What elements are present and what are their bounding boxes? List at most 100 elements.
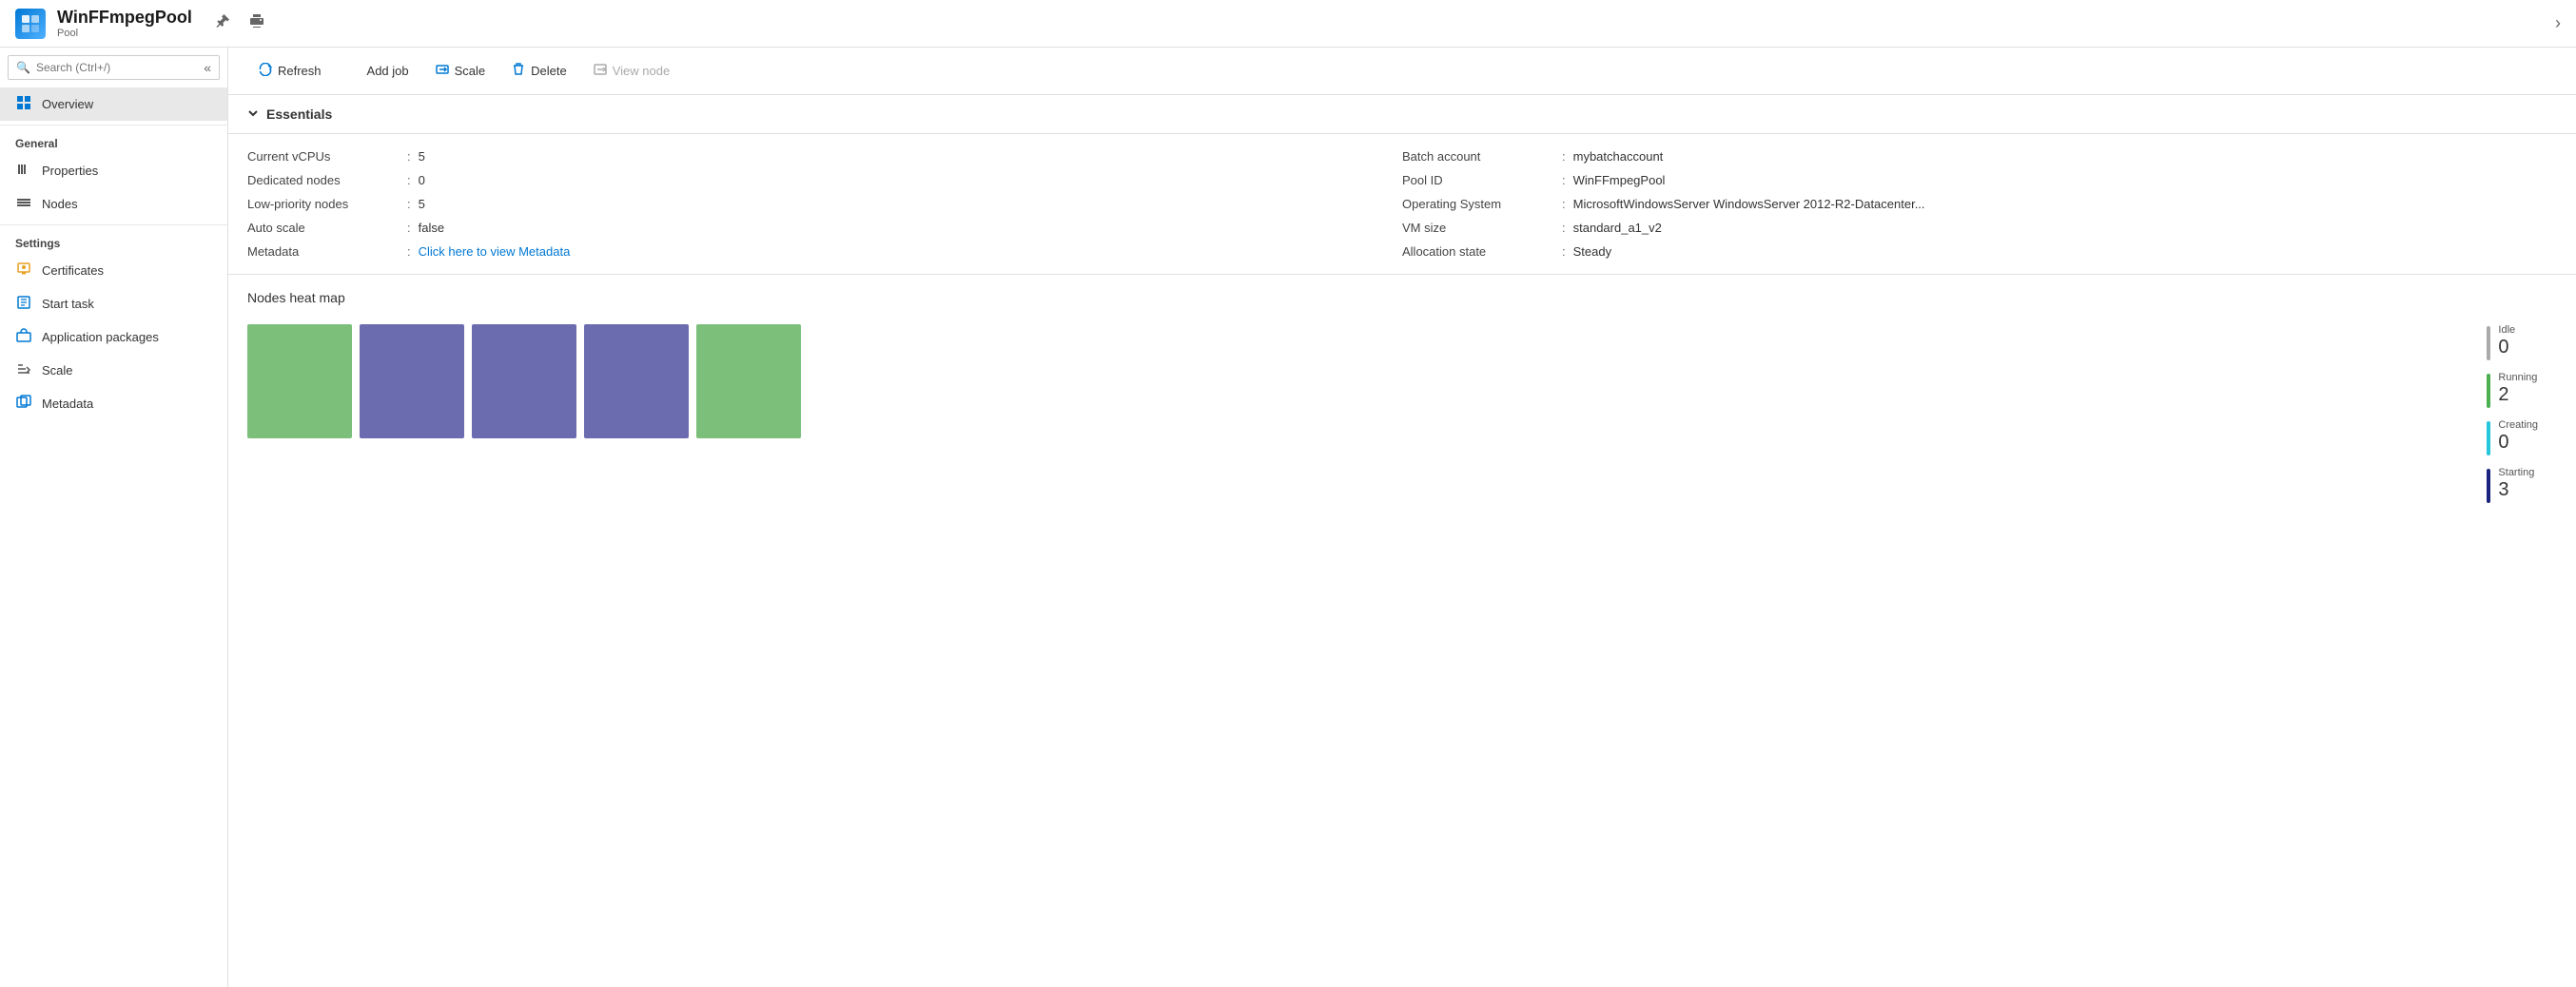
sidebar-item-certificates-label: Certificates [42, 263, 104, 278]
certificates-icon [15, 261, 32, 280]
dedicated-value: 0 [419, 173, 425, 187]
allocation-value: Steady [1573, 244, 1611, 259]
collapse-sidebar-button[interactable]: « [204, 60, 211, 75]
essentials-right-col: Batch account : mybatchaccount Pool ID :… [1402, 149, 2557, 259]
scale-label: Scale [455, 64, 486, 78]
legend-idle-label: Idle [2498, 324, 2515, 336]
batch-account-label: Batch account [1402, 149, 1554, 164]
delete-icon [512, 63, 525, 79]
sidebar-item-application-packages[interactable]: Application packages [0, 320, 227, 354]
scale-button[interactable]: Scale [424, 57, 498, 85]
os-label: Operating System [1402, 197, 1554, 211]
start-task-icon [15, 295, 32, 313]
essentials-row-pool-id: Pool ID : WinFFmpegPool [1402, 173, 2557, 187]
nodes-icon [15, 195, 32, 213]
low-priority-label: Low-priority nodes [247, 197, 400, 211]
sidebar-item-scale-label: Scale [42, 363, 73, 377]
search-input[interactable] [36, 61, 198, 74]
refresh-icon [259, 63, 272, 79]
section-general: General [0, 125, 227, 154]
legend-running-text: Running 2 [2498, 372, 2537, 406]
pool-id-label: Pool ID [1402, 173, 1554, 187]
scale-icon [436, 63, 449, 79]
essentials-row-batch-account: Batch account : mybatchaccount [1402, 149, 2557, 164]
heatmap-nodes [247, 324, 801, 438]
heatmap-node-3[interactable] [584, 324, 689, 438]
close-button[interactable]: › [2555, 13, 2561, 33]
delete-label: Delete [531, 64, 567, 78]
heatmap-legend: Idle 0 Running 2 Creat [2487, 324, 2557, 503]
legend-starting-count: 3 [2498, 478, 2534, 501]
sidebar-item-nodes-label: Nodes [42, 197, 78, 211]
add-job-icon [348, 63, 361, 79]
properties-icon [15, 162, 32, 180]
pin-button[interactable] [211, 11, 234, 35]
main-layout: 🔍 « Overview General Properties Nodes Se… [0, 48, 2576, 987]
legend-starting-text: Starting 3 [2498, 467, 2534, 501]
application-packages-icon [15, 328, 32, 346]
header-title-group: WinFFmpegPool Pool [57, 8, 192, 39]
vcpus-label: Current vCPUs [247, 149, 400, 164]
legend-idle-count: 0 [2498, 336, 2515, 358]
heatmap-node-4[interactable] [696, 324, 801, 438]
legend-creating-count: 0 [2498, 431, 2538, 454]
print-button[interactable] [245, 11, 268, 35]
metadata-label: Metadata [247, 244, 400, 259]
legend-creating: Creating 0 [2487, 419, 2538, 455]
add-job-button[interactable]: Add job [337, 57, 420, 85]
essentials-row-low-priority: Low-priority nodes : 5 [247, 197, 1402, 211]
sidebar-item-scale[interactable]: Scale [0, 354, 227, 387]
legend-starting: Starting 3 [2487, 467, 2538, 503]
refresh-button[interactable]: Refresh [247, 57, 333, 85]
os-value: MicrosoftWindowsServer WindowsServer 201… [1573, 197, 1925, 211]
delete-button[interactable]: Delete [500, 57, 578, 85]
heatmap-node-2[interactable] [472, 324, 576, 438]
metadata-link[interactable]: Click here to view Metadata [419, 244, 571, 259]
sidebar-item-properties-label: Properties [42, 164, 98, 178]
heatmap-title: Nodes heat map [247, 290, 2557, 305]
legend-idle-text: Idle 0 [2498, 324, 2515, 358]
heatmap-node-1[interactable] [360, 324, 464, 438]
legend-idle: Idle 0 [2487, 324, 2538, 360]
essentials-row-autoscale: Auto scale : false [247, 221, 1402, 235]
heatmap-container: Idle 0 Running 2 Creat [247, 324, 2557, 503]
heatmap-section: Nodes heat map Idle 0 [228, 275, 2576, 987]
sidebar-item-properties[interactable]: Properties [0, 154, 227, 187]
page-subtitle: Pool [57, 28, 192, 39]
essentials-row-os: Operating System : MicrosoftWindowsServe… [1402, 197, 2557, 211]
content-area: Refresh Add job Scale Delete [228, 48, 2576, 987]
vm-size-value: standard_a1_v2 [1573, 221, 1662, 235]
legend-creating-text: Creating 0 [2498, 419, 2538, 454]
sidebar-item-overview[interactable]: Overview [0, 87, 227, 121]
dedicated-label: Dedicated nodes [247, 173, 400, 187]
page-title: WinFFmpegPool [57, 8, 192, 28]
view-node-icon [594, 63, 607, 79]
legend-running: Running 2 [2487, 372, 2538, 408]
overview-icon [15, 95, 32, 113]
view-node-label: View node [613, 64, 670, 78]
low-priority-value: 5 [419, 197, 425, 211]
add-job-label: Add job [367, 64, 409, 78]
heatmap-node-0[interactable] [247, 324, 352, 438]
essentials-header[interactable]: Essentials [228, 95, 2576, 134]
essentials-row-metadata: Metadata : Click here to view Metadata [247, 244, 1402, 259]
essentials-title: Essentials [266, 106, 332, 122]
sidebar: 🔍 « Overview General Properties Nodes Se… [0, 48, 228, 987]
sidebar-item-metadata[interactable]: Metadata [0, 387, 227, 420]
top-header: WinFFmpegPool Pool › [0, 0, 2576, 48]
search-container: 🔍 « [8, 55, 220, 80]
sidebar-item-overview-label: Overview [42, 97, 93, 111]
legend-starting-label: Starting [2498, 467, 2534, 478]
essentials-row-dedicated: Dedicated nodes : 0 [247, 173, 1402, 187]
essentials-chevron-icon [247, 106, 259, 122]
search-icon: 🔍 [16, 61, 30, 74]
legend-starting-bar [2487, 469, 2490, 503]
autoscale-label: Auto scale [247, 221, 400, 235]
sidebar-item-nodes[interactable]: Nodes [0, 187, 227, 221]
autoscale-value: false [419, 221, 444, 235]
sidebar-item-certificates[interactable]: Certificates [0, 254, 227, 287]
view-node-button[interactable]: View node [582, 57, 681, 85]
sidebar-item-application-packages-label: Application packages [42, 330, 159, 344]
header-icons [211, 11, 268, 35]
sidebar-item-start-task[interactable]: Start task [0, 287, 227, 320]
